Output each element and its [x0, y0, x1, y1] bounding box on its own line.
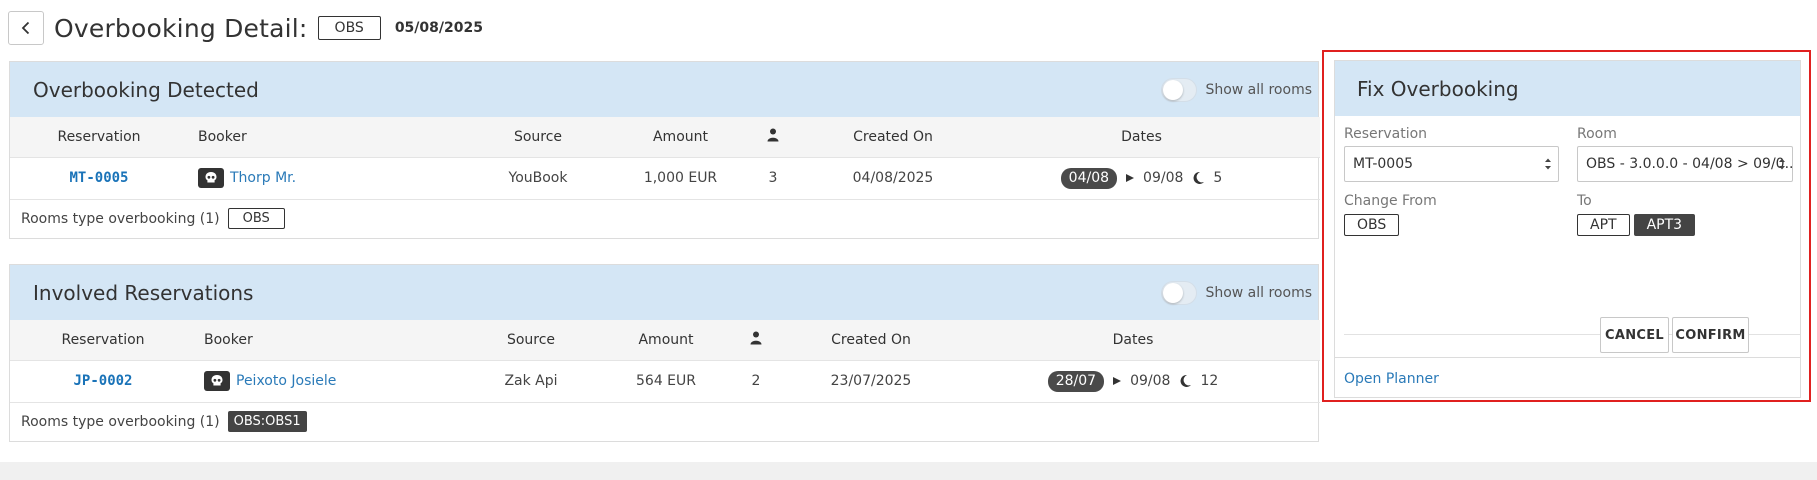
table-row[interactable]: JP-0002 Peixoto Josiele Zak Api 564 EUR …	[10, 360, 1320, 403]
col-created-on: Created On	[796, 320, 946, 361]
skull-icon	[204, 370, 230, 391]
to-option-apt[interactable]: APT	[1577, 214, 1630, 236]
overbooking-detected-panel: Overbooking Detected Show all rooms Rese…	[9, 61, 1320, 239]
col-dates: Dates	[946, 320, 1320, 361]
room-type-tag: OBS:OBS1	[227, 411, 307, 432]
reservation-select-value: MT-0005	[1353, 156, 1414, 172]
toggle-label: Show all rooms	[1205, 81, 1312, 98]
col-source: Source	[438, 117, 638, 158]
fix-panel-body: Reservation MT-0005 Room OBS - 3.0.0.0 -…	[1335, 116, 1800, 357]
col-created-on: Created On	[823, 117, 963, 158]
involved-reservations-panel: Involved Reservations Show all rooms Res…	[9, 264, 1320, 442]
col-booker: Booker	[188, 117, 438, 158]
room-label: Room	[1577, 126, 1617, 142]
source-cell: Zak Api	[446, 360, 616, 403]
created-on-cell: 23/07/2025	[796, 360, 946, 403]
date-to: 09/08	[1130, 373, 1171, 389]
table-header-row: Reservation Booker Source Amount Created…	[10, 117, 1320, 158]
room-select-value: OBS - 3.0.0.0 - 04/08 > 09/0...	[1586, 156, 1793, 172]
fix-panel-header: Fix Overbooking	[1335, 61, 1800, 116]
source-cell: YouBook	[438, 157, 638, 200]
page-title: Overbooking Detail:	[54, 13, 308, 43]
col-guests	[716, 320, 796, 361]
panel-title: Overbooking Detected	[33, 77, 259, 102]
open-planner-link[interactable]: Open Planner	[1344, 371, 1439, 387]
change-from-chips: OBS	[1344, 214, 1400, 236]
booker-link[interactable]: Thorp Mr.	[230, 170, 296, 186]
reservation-link[interactable]: JP-0002	[73, 373, 132, 389]
created-on-cell: 04/08/2025	[823, 157, 963, 200]
arrow-right-icon	[1126, 174, 1135, 182]
reservation-select[interactable]: MT-0005	[1344, 146, 1559, 182]
col-dates: Dates	[963, 117, 1320, 158]
guests-cell: 3	[723, 157, 823, 200]
change-from-label: Change From	[1344, 193, 1437, 209]
date-to: 09/08	[1143, 170, 1184, 186]
nights-count: 12	[1200, 373, 1219, 389]
col-reservation: Reservation	[10, 117, 188, 158]
person-icon	[750, 331, 762, 345]
table-header-row: Reservation Booker Source Amount Created…	[10, 320, 1320, 361]
panel-footer: Rooms type overbooking (1) OBS	[10, 200, 1318, 238]
rooms-type-overbooking-label: Rooms type overbooking (1)	[21, 413, 220, 430]
change-from-chip: OBS	[1344, 214, 1400, 236]
show-all-rooms-toggle[interactable]: Show all rooms	[1161, 77, 1312, 102]
booker-link[interactable]: Peixoto Josiele	[236, 373, 336, 389]
select-arrows-icon	[1545, 158, 1551, 170]
table-row[interactable]: MT-0005 Thorp Mr. YouBook 1,000 EUR 3 04…	[10, 157, 1320, 200]
confirm-button[interactable]: CONFIRM	[1672, 317, 1749, 353]
toggle-switch[interactable]	[1161, 280, 1198, 305]
col-amount: Amount	[638, 117, 723, 158]
date-from-pill: 28/07	[1047, 370, 1105, 392]
date-from-pill: 04/08	[1060, 167, 1118, 189]
amount-cell: 564 EUR	[616, 360, 716, 403]
room-type-badge: OBS	[317, 16, 381, 40]
select-arrows-icon	[1779, 158, 1785, 170]
overbooking-table: Reservation Booker Source Amount Created…	[10, 117, 1320, 200]
fix-panel-title: Fix Overbooking	[1357, 76, 1519, 101]
header-date: 05/08/2025	[394, 20, 483, 36]
col-booker: Booker	[196, 320, 446, 361]
toggle-switch[interactable]	[1161, 77, 1198, 102]
toggle-label: Show all rooms	[1205, 284, 1312, 301]
page-footer-bar	[0, 462, 1817, 480]
dates-cell: 28/07 09/08 12	[1047, 370, 1219, 392]
page-header: Overbooking Detail: OBS 05/08/2025	[8, 11, 483, 45]
col-source: Source	[446, 320, 616, 361]
person-icon	[767, 128, 779, 142]
reservation-label: Reservation	[1344, 126, 1428, 142]
to-option-apt3[interactable]: APT3	[1633, 214, 1696, 236]
skull-icon	[198, 167, 224, 188]
chevron-left-icon	[21, 21, 30, 35]
fix-overbooking-panel: Fix Overbooking Reservation MT-0005 Room…	[1334, 60, 1801, 398]
panel-header: Overbooking Detected Show all rooms	[10, 62, 1318, 117]
involved-table: Reservation Booker Source Amount Created…	[10, 320, 1320, 403]
guests-cell: 2	[716, 360, 796, 403]
room-select[interactable]: OBS - 3.0.0.0 - 04/08 > 09/0...	[1577, 146, 1793, 182]
panel-footer: Rooms type overbooking (1) OBS:OBS1	[10, 403, 1318, 441]
to-chips: APT APT3	[1577, 214, 1696, 236]
amount-cell: 1,000 EUR	[638, 157, 723, 200]
panel-title: Involved Reservations	[33, 280, 254, 305]
panel-header: Involved Reservations Show all rooms	[10, 265, 1318, 320]
cancel-button[interactable]: CANCEL	[1600, 317, 1669, 353]
col-guests	[723, 117, 823, 158]
col-amount: Amount	[616, 320, 716, 361]
nights-count: 5	[1213, 170, 1223, 186]
dates-cell: 04/08 09/08 5	[1060, 167, 1223, 189]
back-button[interactable]	[8, 11, 44, 45]
moon-icon	[1178, 374, 1192, 388]
fix-panel-footer: Open Planner	[1335, 357, 1800, 399]
moon-icon	[1191, 171, 1205, 185]
reservation-link[interactable]: MT-0005	[69, 170, 128, 186]
col-reservation: Reservation	[10, 320, 196, 361]
show-all-rooms-toggle[interactable]: Show all rooms	[1161, 280, 1312, 305]
arrow-right-icon	[1113, 377, 1122, 385]
rooms-type-overbooking-label: Rooms type overbooking (1)	[21, 210, 220, 227]
to-label: To	[1577, 193, 1592, 209]
room-type-tag: OBS	[227, 208, 285, 229]
